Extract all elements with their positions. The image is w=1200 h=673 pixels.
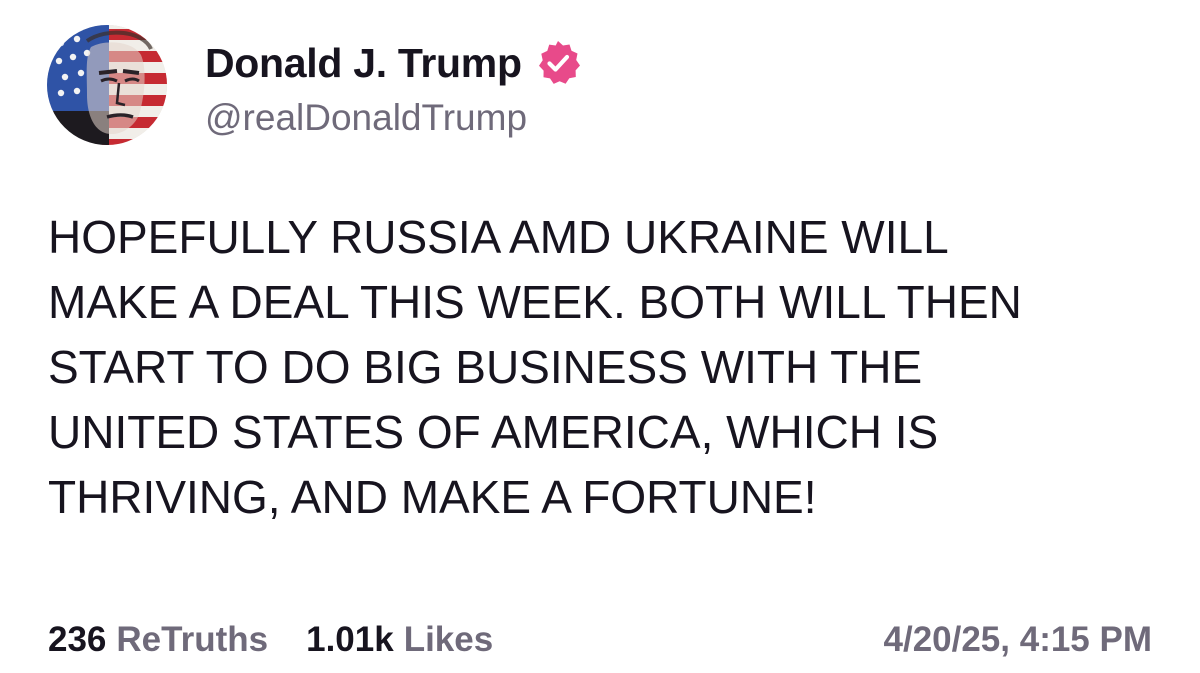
- verified-badge-icon: [534, 39, 582, 87]
- retruths-label: ReTruths: [116, 620, 269, 659]
- likes-count: 1.01k: [306, 620, 394, 659]
- author-name-row: Donald J. Trump: [205, 38, 582, 88]
- flag-portrait-avatar-icon: [47, 25, 167, 145]
- post-body-line: HOPEFULLY RUSSIA AMD UKRAINE WILL: [48, 211, 949, 263]
- post-body: HOPEFULLY RUSSIA AMD UKRAINE WILL MAKE A…: [48, 205, 1168, 530]
- post-body-line: UNITED STATES OF AMERICA, WHICH IS: [48, 406, 939, 458]
- retruths-count: 236: [48, 620, 107, 659]
- likes-stat[interactable]: 1.01k Likes: [306, 620, 493, 660]
- post-body-line: THRIVING, AND MAKE A FORTUNE!: [48, 471, 817, 523]
- post-timestamp[interactable]: 4/20/25, 4:15 PM: [884, 620, 1153, 660]
- retruths-stat[interactable]: 236 ReTruths: [48, 620, 268, 660]
- author-display-name[interactable]: Donald J. Trump: [205, 40, 522, 87]
- post-body-line: MAKE A DEAL THIS WEEK. BOTH WILL THEN: [48, 276, 1022, 328]
- truth-post: Donald J. Trump @realDonaldTrump HOPEFUL…: [0, 0, 1200, 673]
- avatar[interactable]: [47, 25, 167, 145]
- post-body-line: START TO DO BIG BUSINESS WITH THE: [48, 341, 923, 393]
- post-footer: 236 ReTruths 1.01k Likes 4/20/25, 4:15 P…: [48, 616, 1152, 664]
- likes-label: Likes: [403, 620, 494, 659]
- author-handle[interactable]: @realDonaldTrump: [205, 97, 527, 139]
